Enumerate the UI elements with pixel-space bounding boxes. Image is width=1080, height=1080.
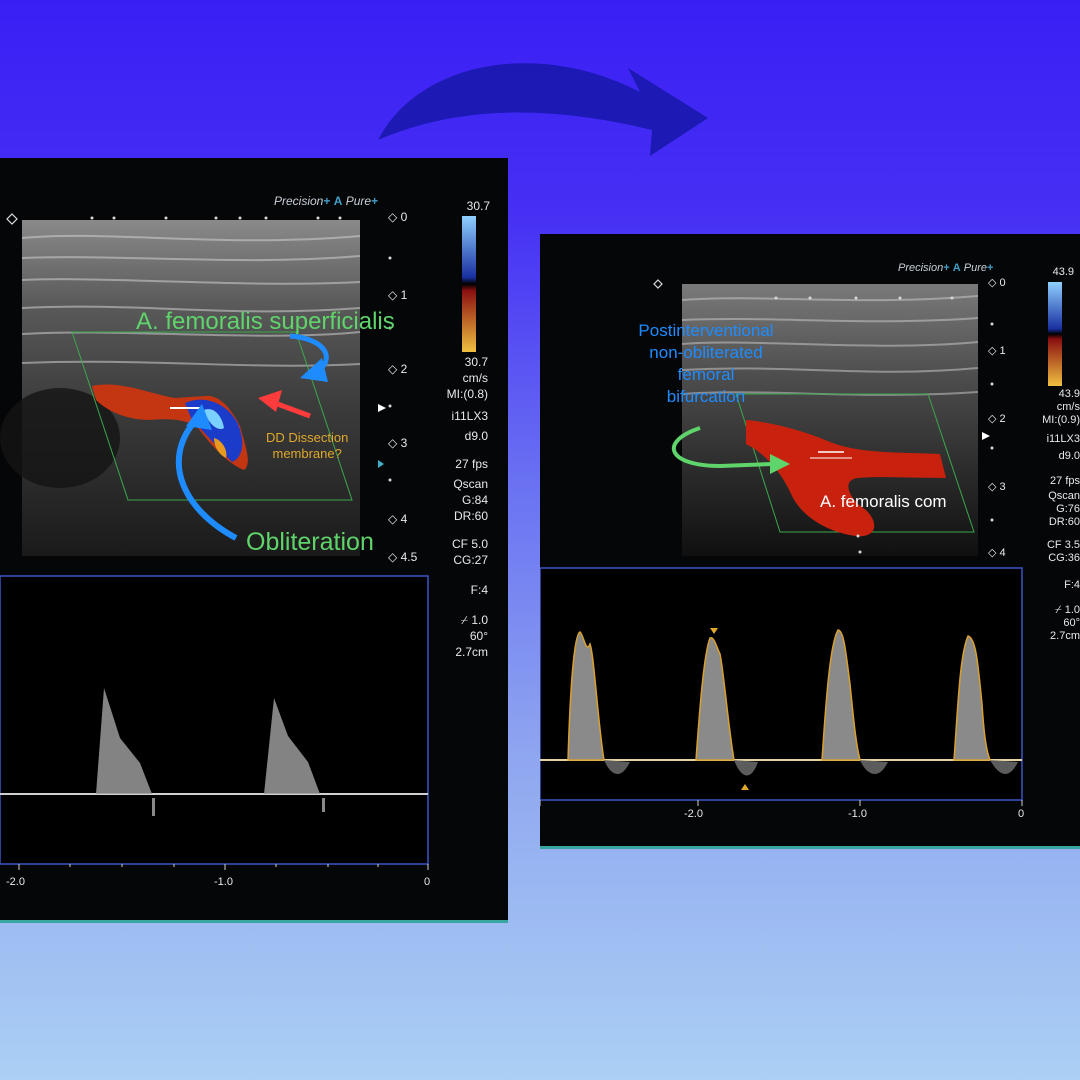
scale-top-value: 43.9 bbox=[1052, 266, 1074, 278]
time-tick: -1.0 bbox=[214, 876, 233, 888]
depth-mark: ◇ 1 bbox=[388, 288, 408, 302]
system-parameters-left: 30.7 cm/s MI:(0.8) i11LX3 d9.0 27 fps Qs… bbox=[446, 355, 488, 659]
right-ultrasound-panel: Precision+ A Pure+ ◇ 0 ◇ 1 ◇ 2 ◇ 3 ◇ 4 4… bbox=[540, 234, 1080, 849]
time-tick: -2.0 bbox=[684, 808, 703, 820]
depth-mark: ◇ 2 bbox=[388, 362, 408, 376]
label-obliteration: Obliteration bbox=[246, 528, 374, 556]
time-tick: 0 bbox=[1018, 808, 1025, 820]
steer-icon: ⌿ bbox=[1055, 604, 1062, 616]
time-tick: -2.0 bbox=[6, 876, 25, 888]
label-postinterventional: Postinterventional non-obliterated femor… bbox=[638, 321, 774, 406]
depth-mark: ◇ 2 bbox=[988, 413, 1006, 425]
steer-icon: ⌿ bbox=[460, 613, 468, 627]
depth-mark: ◇ 4 bbox=[988, 547, 1006, 559]
depth-mark: ◇ 1 bbox=[988, 345, 1006, 357]
brand-logo-right: Precision+ A Pure+ bbox=[898, 262, 994, 274]
depth-mark: ◇ 4 bbox=[388, 512, 408, 526]
depth-mark: ◇ 0 bbox=[388, 210, 408, 224]
label-dissection-membrane: DD Dissection membrane? bbox=[266, 430, 349, 461]
depth-mark: ◇ 0 bbox=[988, 277, 1006, 289]
system-parameters-right: 43.9 cm/s MI:(0.9) i11LX3 d9.0 27 fps Qs… bbox=[1042, 388, 1080, 642]
label-femoralis-com: A. femoralis com bbox=[820, 492, 947, 511]
depth-mark: ◇ 3 bbox=[388, 436, 408, 450]
scale-top-value: 30.7 bbox=[466, 199, 490, 213]
depth-mark: ◇ 4.5 bbox=[388, 550, 418, 564]
left-ultrasound-panel: Precision+ A Pure+ ◇ 0 ◇ 1 ◇ 2 ◇ 3 ◇ 4 ◇… bbox=[0, 158, 508, 923]
depth-mark: ◇ 3 bbox=[988, 481, 1006, 493]
time-tick: 0 bbox=[424, 876, 431, 888]
brand-logo-left: Precision+ A Pure+ bbox=[274, 194, 379, 208]
label-femoralis-superficialis: A. femoralis superficialis bbox=[136, 308, 395, 335]
time-tick: -1.0 bbox=[848, 808, 867, 820]
